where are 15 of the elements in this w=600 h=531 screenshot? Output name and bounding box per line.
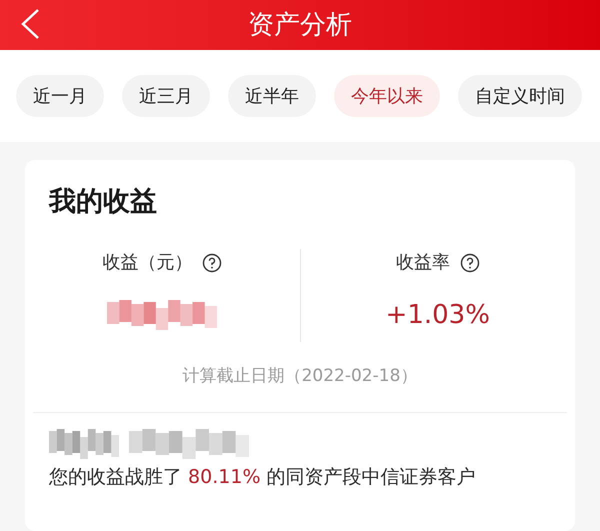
period-tab[interactable]: 近半年 (228, 75, 316, 117)
as-of-date: 计算截止日期（2022-02-18） (182, 365, 418, 388)
pixelated-mark (49, 426, 119, 460)
metric-label: 收益（元） (102, 251, 192, 275)
period-tab[interactable]: 近三月 (122, 75, 210, 117)
period-tab[interactable]: 今年以来 (334, 75, 440, 117)
period-tab[interactable]: 自定义时间 (458, 75, 582, 117)
page-title: 资产分析 (248, 12, 352, 38)
help-icon[interactable] (202, 252, 222, 272)
card-title: 我的收益 (48, 188, 158, 215)
period-tab[interactable]: 近一月 (16, 75, 104, 117)
metric-label: 收益率 (396, 251, 450, 275)
metric-value: +1.03% (386, 298, 490, 332)
help-icon[interactable] (460, 252, 480, 272)
ranking-sentence: 您的收益战胜了 80.11% 的同资产段中信证券客户 (48, 464, 477, 490)
